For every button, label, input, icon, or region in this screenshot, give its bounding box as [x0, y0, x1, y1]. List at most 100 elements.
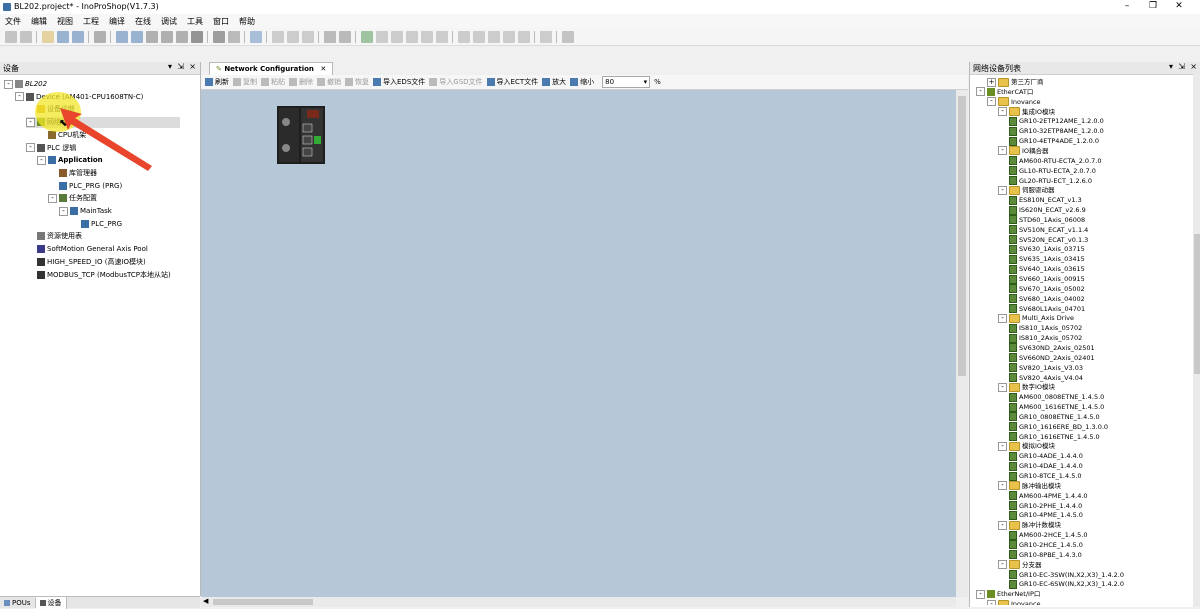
menu-item-0[interactable]: 文件 — [0, 14, 26, 28]
network-toolbar-button[interactable]: 缩小 — [570, 77, 594, 87]
network-device-item[interactable]: GR10-32ETP8AME_1.2.0.0 — [1009, 126, 1104, 136]
right-vertical-scrollbar[interactable] — [1193, 74, 1200, 607]
collapse-icon[interactable]: - — [998, 107, 1007, 117]
collapse-icon[interactable]: - — [976, 589, 985, 599]
collapse-icon[interactable]: - — [4, 79, 13, 89]
network-canvas[interactable] — [201, 90, 956, 597]
network-device-item[interactable]: - IO耦合器 — [998, 146, 1049, 156]
network-device-item[interactable]: - 脉冲输出模块 — [998, 481, 1061, 491]
network-device-item[interactable]: SV640_1Axis_03615 — [1009, 264, 1085, 274]
toolbar-button-icon[interactable] — [360, 30, 373, 43]
network-device-item[interactable]: GR10-2ETP12AME_1.2.0.0 — [1009, 116, 1104, 126]
toolbar-button-icon[interactable] — [145, 30, 158, 43]
right-vscroll-thumb[interactable] — [1194, 234, 1200, 374]
network-device-item[interactable]: SV680L1Axis_04701 — [1009, 304, 1085, 314]
network-device-item[interactable]: GR10-4PME_1.4.5.0 — [1009, 510, 1083, 520]
network-device-item[interactable]: IS620N_ECAT_v2.6.9 — [1009, 205, 1086, 215]
network-device-item[interactable]: AM600-RTU-ECTA_2.0.7.0 — [1009, 156, 1101, 166]
device-tree-item[interactable]: SoftMotion General Axis Pool — [26, 244, 148, 255]
device-tree-item[interactable]: - 任务配置 — [48, 193, 97, 204]
device-tree-item[interactable]: - Device (AM401-CPU1608TN-C) — [15, 92, 143, 103]
network-device-item[interactable]: GR10-8PBE_1.4.3.0 — [1009, 550, 1082, 560]
network-device-item[interactable]: SV510N_ECAT_v1.1.4 — [1009, 225, 1088, 235]
network-device-item[interactable]: GR10-EC-3SW(IN,X2,X3)_1.4.2.0 — [1009, 570, 1124, 580]
toolbar-button-icon[interactable] — [561, 30, 574, 43]
network-device-item[interactable]: SV635_1Axis_03415 — [1009, 254, 1085, 264]
network-device-item[interactable]: SV680_1Axis_04002 — [1009, 294, 1085, 304]
cpu-device-image[interactable] — [277, 106, 325, 164]
toolbar-button-icon[interactable] — [375, 30, 388, 43]
tab-network-configuration[interactable]: ✎ Network Configuration ✕ — [209, 62, 334, 76]
panel-dropdown-icon[interactable]: ▾ — [168, 62, 172, 71]
network-device-item[interactable]: SV660ND_2Axis_02401 — [1009, 353, 1095, 363]
device-tree-item[interactable]: HIGH_SPEED_IO (高速IO模块) — [26, 257, 146, 268]
menu-item-6[interactable]: 调试 — [156, 14, 182, 28]
bottom-tab-1[interactable]: 设备 — [35, 597, 67, 609]
collapse-icon[interactable]: - — [48, 193, 57, 203]
network-device-item[interactable]: GR10-2PHE_1.4.4.0 — [1009, 501, 1082, 511]
network-device-item[interactable]: AM600-2HCE_1.4.5.0 — [1009, 530, 1087, 540]
network-toolbar-button[interactable]: 导入EDS文件 — [373, 77, 425, 87]
toolbar-button-icon[interactable] — [323, 30, 336, 43]
toolbar-button-icon[interactable] — [517, 30, 530, 43]
collapse-icon[interactable]: - — [59, 206, 68, 216]
collapse-icon[interactable]: - — [998, 560, 1007, 570]
network-device-item[interactable]: GR10_1616ETNE_1.4.5.0 — [1009, 432, 1100, 442]
expand-icon[interactable]: + — [987, 77, 996, 87]
toolbar-button-icon[interactable] — [160, 30, 173, 43]
editor-horizontal-scrollbar[interactable]: ◀ — [201, 597, 956, 607]
toolbar-button-icon[interactable] — [338, 30, 351, 43]
network-device-item[interactable]: + 第三方厂商 — [987, 77, 1044, 87]
panel-pin-icon[interactable]: ⇲ — [177, 62, 184, 71]
panel-close-icon[interactable]: × — [189, 62, 196, 71]
toolbar-button-icon[interactable] — [457, 30, 470, 43]
network-device-item[interactable]: SV820_1Axis_V3.03 — [1009, 363, 1083, 373]
menu-item-8[interactable]: 窗口 — [208, 14, 234, 28]
toolbar-button-icon[interactable] — [175, 30, 188, 43]
network-device-item[interactable]: - 集成IO模块 — [998, 107, 1055, 117]
collapse-icon[interactable]: - — [998, 441, 1007, 451]
toolbar-button-icon[interactable] — [19, 30, 32, 43]
toolbar-button-icon[interactable] — [41, 30, 54, 43]
device-tree-item[interactable]: - MainTask — [59, 206, 112, 217]
network-device-item[interactable]: IS810_1Axis_05702 — [1009, 323, 1082, 333]
network-device-item[interactable]: GR10_0808ETNE_1.4.5.0 — [1009, 412, 1100, 422]
network-toolbar-button[interactable]: 撤销 — [317, 77, 341, 87]
tab-close-icon[interactable]: ✕ — [320, 65, 326, 73]
toolbar-button-icon[interactable] — [390, 30, 403, 43]
toolbar-button-icon[interactable] — [472, 30, 485, 43]
panel-close-icon[interactable]: × — [1190, 62, 1197, 71]
minimize-button[interactable]: – — [1114, 0, 1140, 14]
network-device-item[interactable]: GR10-2HCE_1.4.5.0 — [1009, 540, 1083, 550]
network-device-item[interactable]: - EtherCAT口 — [976, 87, 1033, 97]
network-device-item[interactable]: IS810_2Axis_05702 — [1009, 333, 1082, 343]
network-device-item[interactable]: - 伺服驱动器 — [998, 185, 1055, 195]
toolbar-button-icon[interactable] — [249, 30, 262, 43]
panel-pin-icon[interactable]: ⇲ — [1178, 62, 1185, 71]
menu-item-7[interactable]: 工具 — [182, 14, 208, 28]
toolbar-button-icon[interactable] — [539, 30, 552, 43]
collapse-icon[interactable]: - — [998, 520, 1007, 530]
menu-item-3[interactable]: 工程 — [78, 14, 104, 28]
network-toolbar-button[interactable]: 放大 — [542, 77, 566, 87]
collapse-icon[interactable]: - — [998, 146, 1007, 156]
device-tree-item[interactable]: - BL202 — [4, 79, 47, 90]
network-toolbar-button[interactable]: 删除 — [289, 77, 313, 87]
collapse-icon[interactable]: - — [987, 599, 996, 605]
network-device-item[interactable]: AM600_1616ETNE_1.4.5.0 — [1009, 402, 1104, 412]
toolbar-button-icon[interactable] — [56, 30, 69, 43]
toolbar-button-icon[interactable] — [212, 30, 225, 43]
network-device-item[interactable]: SV660_1Axis_00915 — [1009, 274, 1085, 284]
network-device-item[interactable]: GR10-4DAE_1.4.4.0 — [1009, 461, 1083, 471]
network-device-item[interactable]: - 脉冲计数模块 — [998, 520, 1061, 530]
collapse-icon[interactable]: - — [998, 313, 1007, 323]
network-device-item[interactable]: - 模拟IO模块 — [998, 441, 1055, 451]
network-device-item[interactable]: - 数字IO模块 — [998, 382, 1055, 392]
collapse-icon[interactable]: - — [998, 185, 1007, 195]
network-device-item[interactable]: - Inovance — [987, 97, 1041, 107]
network-device-item[interactable]: GL20-RTU-ECT_1.2.6.0 — [1009, 176, 1092, 186]
hscroll-thumb[interactable] — [213, 599, 313, 605]
network-toolbar-button[interactable]: 粘贴 — [261, 77, 285, 87]
network-device-item[interactable]: AM600-4PME_1.4.4.0 — [1009, 491, 1088, 501]
network-device-item[interactable]: GL10-RTU-ECTA_2.0.7.0 — [1009, 166, 1096, 176]
